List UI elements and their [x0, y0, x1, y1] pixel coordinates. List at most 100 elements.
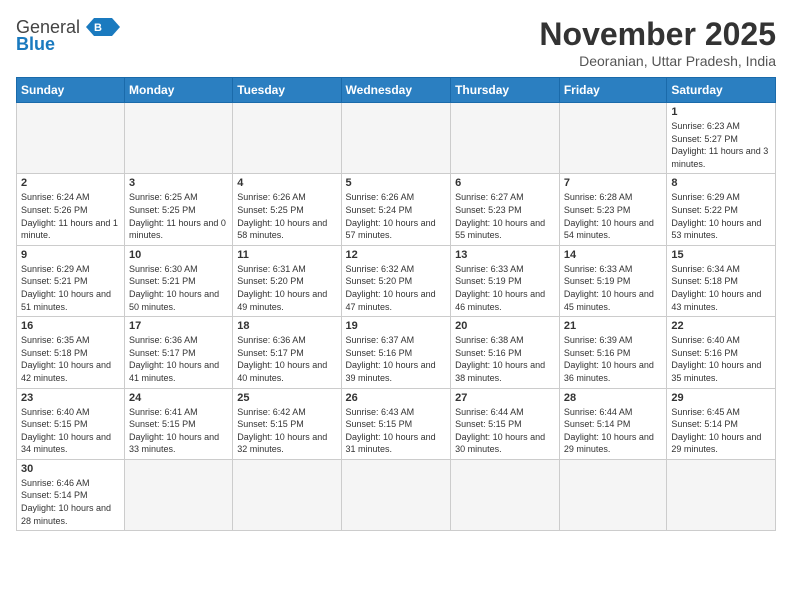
day-info: Sunrise: 6:45 AMSunset: 5:14 PMDaylight:…	[671, 406, 771, 456]
logo: General B Blue	[16, 16, 120, 55]
day-info: Sunrise: 6:35 AMSunset: 5:18 PMDaylight:…	[21, 334, 120, 384]
col-saturday: Saturday	[667, 78, 776, 103]
day-number: 3	[129, 177, 228, 189]
table-row: 21Sunrise: 6:39 AMSunset: 5:16 PMDayligh…	[559, 317, 667, 388]
day-info: Sunrise: 6:44 AMSunset: 5:14 PMDaylight:…	[564, 406, 663, 456]
calendar-row: 9 Sunrise: 6:29 AMSunset: 5:21 PMDaylight…	[17, 245, 776, 316]
table-row: 5Sunrise: 6:26 AMSunset: 5:24 PMDaylight…	[341, 174, 451, 245]
col-wednesday: Wednesday	[341, 78, 451, 103]
calendar-row: 30 Sunrise: 6:46 AMSunset: 5:14 PMDayligh…	[17, 459, 776, 530]
calendar-row: 2Sunrise: 6:24 AMSunset: 5:26 PMDaylight…	[17, 174, 776, 245]
day-info: Sunrise: 6:38 AMSunset: 5:16 PMDaylight:…	[455, 334, 555, 384]
day-info: Sunrise: 6:23 AMSunset: 5:27 PMDaylight:…	[671, 120, 771, 170]
page-header: General B Blue November 2025 Deoranian, …	[16, 16, 776, 69]
table-row: 12 Sunrise: 6:32 AMSunset: 5:20 PMDayligh…	[341, 245, 451, 316]
calendar-header-row: Sunday Monday Tuesday Wednesday Thursday…	[17, 78, 776, 103]
col-friday: Friday	[559, 78, 667, 103]
day-number: 10	[129, 249, 228, 261]
table-row: 18 Sunrise: 6:36 AMSunset: 5:17 PMDayligh…	[233, 317, 341, 388]
table-row: 1 Sunrise: 6:23 AMSunset: 5:27 PMDaylight…	[667, 103, 776, 174]
day-number: 28	[564, 392, 663, 404]
empty-cell	[233, 459, 341, 530]
day-info: Sunrise: 6:41 AMSunset: 5:15 PMDaylight:…	[129, 406, 228, 456]
day-info: Sunrise: 6:33 AMSunset: 5:19 PMDaylight:…	[455, 263, 555, 313]
table-row: 24Sunrise: 6:41 AMSunset: 5:15 PMDayligh…	[125, 388, 233, 459]
day-info: Sunrise: 6:46 AMSunset: 5:14 PMDaylight:…	[21, 477, 120, 527]
table-row: 8Sunrise: 6:29 AMSunset: 5:22 PMDaylight…	[667, 174, 776, 245]
empty-cell	[559, 459, 667, 530]
table-row: 26 Sunrise: 6:43 AMSunset: 5:15 PMDayligh…	[341, 388, 451, 459]
table-row	[451, 103, 560, 174]
day-number: 20	[455, 320, 555, 332]
day-number: 8	[671, 177, 771, 189]
day-number: 18	[237, 320, 336, 332]
table-row	[125, 103, 233, 174]
table-row: 10 Sunrise: 6:30 AMSunset: 5:21 PMDayligh…	[125, 245, 233, 316]
day-number: 9	[21, 249, 120, 261]
day-info: Sunrise: 6:36 AMSunset: 5:17 PMDaylight:…	[129, 334, 228, 384]
day-info: Sunrise: 6:26 AMSunset: 5:25 PMDaylight:…	[237, 191, 336, 241]
empty-cell	[667, 459, 776, 530]
day-number: 27	[455, 392, 555, 404]
day-info: Sunrise: 6:28 AMSunset: 5:23 PMDaylight:…	[564, 191, 663, 241]
day-number: 11	[237, 249, 336, 261]
day-number: 29	[671, 392, 771, 404]
table-row: 30 Sunrise: 6:46 AMSunset: 5:14 PMDayligh…	[17, 459, 125, 530]
table-row	[233, 103, 341, 174]
table-row: 6Sunrise: 6:27 AMSunset: 5:23 PMDaylight…	[451, 174, 560, 245]
table-row: 17 Sunrise: 6:36 AMSunset: 5:17 PMDayligh…	[125, 317, 233, 388]
day-info: Sunrise: 6:25 AMSunset: 5:25 PMDaylight:…	[129, 191, 228, 241]
calendar-row: 23 Sunrise: 6:40 AMSunset: 5:15 PMDayligh…	[17, 388, 776, 459]
table-row: 20 Sunrise: 6:38 AMSunset: 5:16 PMDayligh…	[451, 317, 560, 388]
day-number: 16	[21, 320, 120, 332]
table-row	[341, 103, 451, 174]
day-info: Sunrise: 6:43 AMSunset: 5:15 PMDaylight:…	[346, 406, 447, 456]
day-info: Sunrise: 6:39 AMSunset: 5:16 PMDaylight:…	[564, 334, 663, 384]
day-info: Sunrise: 6:37 AMSunset: 5:16 PMDaylight:…	[346, 334, 447, 384]
calendar-table: Sunday Monday Tuesday Wednesday Thursday…	[16, 77, 776, 531]
table-row: 23 Sunrise: 6:40 AMSunset: 5:15 PMDayligh…	[17, 388, 125, 459]
day-info: Sunrise: 6:29 AMSunset: 5:21 PMDaylight:…	[21, 263, 120, 313]
day-info: Sunrise: 6:40 AMSunset: 5:16 PMDaylight:…	[671, 334, 771, 384]
table-row: 27Sunrise: 6:44 AMSunset: 5:15 PMDayligh…	[451, 388, 560, 459]
empty-cell	[125, 459, 233, 530]
day-number: 26	[346, 392, 447, 404]
day-info: Sunrise: 6:36 AMSunset: 5:17 PMDaylight:…	[237, 334, 336, 384]
day-info: Sunrise: 6:31 AMSunset: 5:20 PMDaylight:…	[237, 263, 336, 313]
calendar-row: 1 Sunrise: 6:23 AMSunset: 5:27 PMDaylight…	[17, 103, 776, 174]
table-row	[17, 103, 125, 174]
day-number: 7	[564, 177, 663, 189]
day-number: 19	[346, 320, 447, 332]
day-number: 15	[671, 249, 771, 261]
day-number: 17	[129, 320, 228, 332]
logo-blue-text: Blue	[16, 34, 55, 55]
day-info: Sunrise: 6:30 AMSunset: 5:21 PMDaylight:…	[129, 263, 228, 313]
location-title: Deoranian, Uttar Pradesh, India	[539, 53, 776, 69]
empty-cell	[341, 459, 451, 530]
table-row: 29 Sunrise: 6:45 AMSunset: 5:14 PMDayligh…	[667, 388, 776, 459]
day-info: Sunrise: 6:33 AMSunset: 5:19 PMDaylight:…	[564, 263, 663, 313]
day-number: 1	[671, 106, 771, 118]
day-info: Sunrise: 6:34 AMSunset: 5:18 PMDaylight:…	[671, 263, 771, 313]
empty-cell	[451, 459, 560, 530]
table-row: 11 Sunrise: 6:31 AMSunset: 5:20 PMDayligh…	[233, 245, 341, 316]
month-title: November 2025	[539, 16, 776, 53]
table-row: 4Sunrise: 6:26 AMSunset: 5:25 PMDaylight…	[233, 174, 341, 245]
day-info: Sunrise: 6:40 AMSunset: 5:15 PMDaylight:…	[21, 406, 120, 456]
table-row: 2Sunrise: 6:24 AMSunset: 5:26 PMDaylight…	[17, 174, 125, 245]
col-monday: Monday	[125, 78, 233, 103]
calendar-row: 16 Sunrise: 6:35 AMSunset: 5:18 PMDayligh…	[17, 317, 776, 388]
table-row: 7 Sunrise: 6:28 AMSunset: 5:23 PMDaylight…	[559, 174, 667, 245]
day-number: 25	[237, 392, 336, 404]
day-number: 30	[21, 463, 120, 475]
day-number: 12	[346, 249, 447, 261]
day-info: Sunrise: 6:32 AMSunset: 5:20 PMDaylight:…	[346, 263, 447, 313]
logo-icon: B	[84, 16, 120, 38]
table-row: 3 Sunrise: 6:25 AMSunset: 5:25 PMDaylight…	[125, 174, 233, 245]
svg-text:B: B	[94, 22, 102, 34]
day-number: 23	[21, 392, 120, 404]
table-row: 15 Sunrise: 6:34 AMSunset: 5:18 PMDayligh…	[667, 245, 776, 316]
title-area: November 2025 Deoranian, Uttar Pradesh, …	[539, 16, 776, 69]
day-info: Sunrise: 6:26 AMSunset: 5:24 PMDaylight:…	[346, 191, 447, 241]
col-thursday: Thursday	[451, 78, 560, 103]
